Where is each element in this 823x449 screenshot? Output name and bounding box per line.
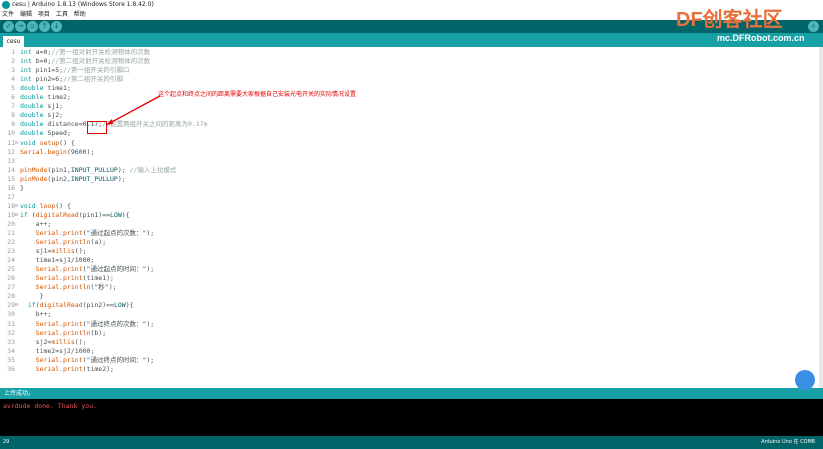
- watermark-logo: DF创客社区: [676, 9, 783, 31]
- status-text: 上传成功。: [4, 390, 35, 397]
- helper-bird-icon[interactable]: [795, 370, 815, 390]
- cursor-line-number: 29: [3, 439, 10, 445]
- watermark-url: mc.DFRobot.com.cn: [717, 33, 805, 43]
- console-output: avrdude done. Thank you.: [0, 399, 823, 436]
- annotation-arrow: [106, 95, 161, 125]
- board-port-label: Arduino Uno 在 COM8: [761, 439, 815, 445]
- console-text: avrdude done. Thank you.: [3, 402, 97, 410]
- bottom-bar: 29 Arduino Uno 在 COM8: [0, 436, 823, 449]
- status-bar: 上传成功。: [0, 388, 823, 399]
